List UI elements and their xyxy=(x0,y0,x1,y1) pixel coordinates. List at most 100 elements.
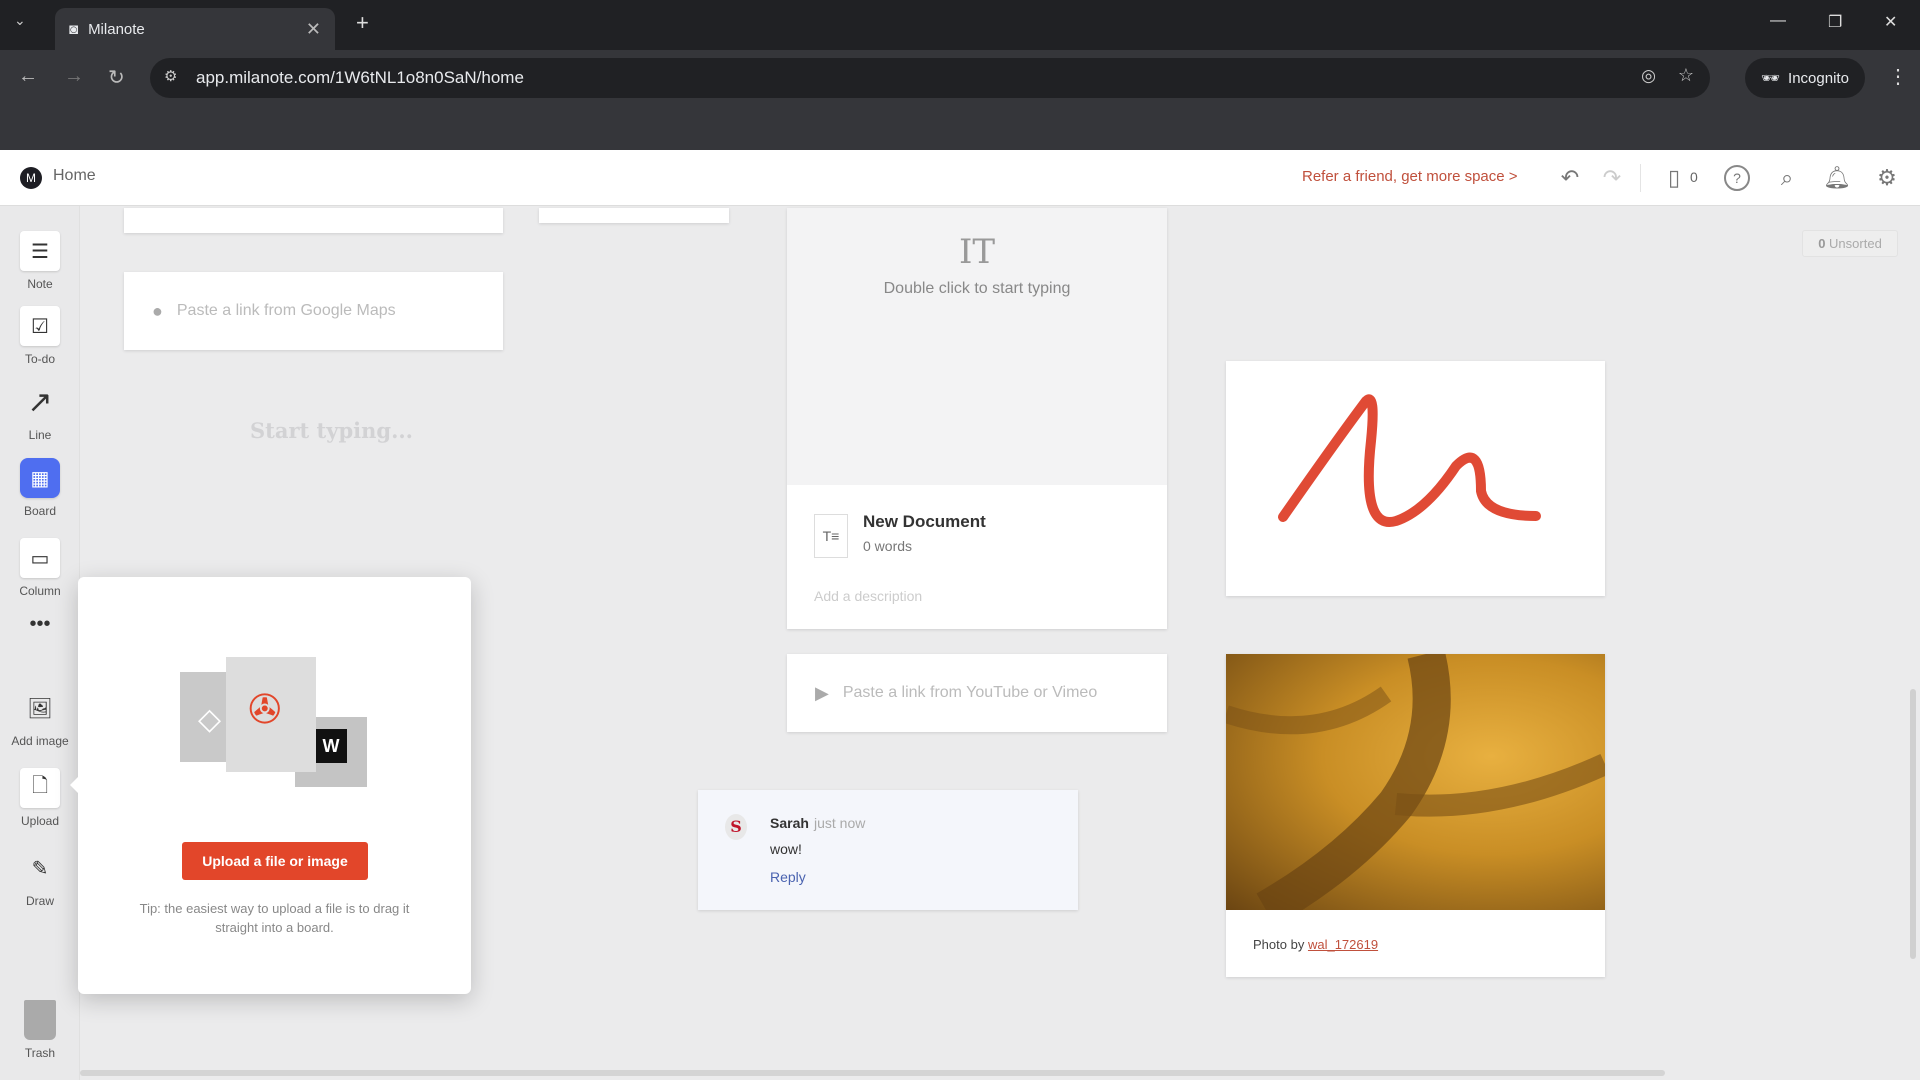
mobile-device-icon[interactable]: ▯ xyxy=(1660,164,1688,192)
note-icon: ☰ xyxy=(20,231,60,271)
tool-label: Add image xyxy=(11,734,69,748)
play-icon: ▶ xyxy=(815,682,829,703)
document-card[interactable]: IT Double click to start typing T≡ New D… xyxy=(787,208,1167,629)
upload-popup: ◇ W ✇ Upload a file or image Tip: the ea… xyxy=(70,577,471,994)
incognito-label: Incognito xyxy=(1788,69,1849,87)
photo-image xyxy=(1223,649,1610,927)
map-pin-icon: ● xyxy=(152,300,163,321)
url-text: app.milanote.com/1W6tNL1o8n0SaN/home xyxy=(196,68,524,87)
image-icon: 🖼︎ xyxy=(27,697,53,720)
document-title: New Document xyxy=(863,512,986,531)
refer-friend-link[interactable]: Refer a friend, get more space > xyxy=(1302,168,1518,185)
document-word-count: 0 words xyxy=(863,538,913,554)
tool-label: Trash xyxy=(24,1046,56,1060)
video-card[interactable]: ▶ Paste a link from YouTube or Vimeo xyxy=(787,654,1167,732)
browser-menu-icon[interactable]: ⋮ xyxy=(1888,64,1908,89)
forward-icon[interactable]: → xyxy=(64,65,84,88)
double-click-hint: Double click to start typing xyxy=(883,280,1071,297)
device-count: 0 xyxy=(1690,169,1698,185)
tool-line[interactable]: ↗ Line xyxy=(0,382,80,443)
more-dots-icon: ••• xyxy=(29,612,51,635)
new-tab-icon[interactable]: + xyxy=(356,10,369,36)
browser-toolbar: ← → ↻ ⚙ app.milanote.com/1W6tNL1o8n0SaN/… xyxy=(0,50,1920,150)
horizontal-scrollbar[interactable] xyxy=(80,1070,1665,1076)
tool-label: Note xyxy=(27,277,53,291)
tool-todo[interactable]: ☑ To-do xyxy=(0,306,80,366)
tool-label: Board xyxy=(23,504,57,518)
maps-link-input[interactable]: Paste a link from Google Maps xyxy=(177,302,396,320)
milanote-favicon-icon: ◙ xyxy=(69,20,79,38)
tool-label: To-do xyxy=(24,352,56,366)
photo-card[interactable]: Photo by wal_172619 xyxy=(1223,649,1610,977)
upload-tip: Tip: the easiest way to upload a file is… xyxy=(139,901,410,935)
tool-sidebar: ☰ Note ☑ To-do ↗ Line ▦ Board ▭ Column ••• 🖼︎… xyxy=(0,206,80,1080)
column-icon: ▭ xyxy=(20,538,60,578)
board-icon: ▦ xyxy=(20,458,60,498)
restore-icon[interactable]: ❐ xyxy=(1828,12,1842,32)
photo-author-link[interactable]: wal_172619 xyxy=(1308,937,1378,952)
card-partial[interactable] xyxy=(539,208,729,223)
browser-tab-bar: ⌄ ◙ Milanote ✕ + — ❐ ✕ xyxy=(0,0,1920,50)
eye-off-icon[interactable]: ◎ xyxy=(1641,66,1656,86)
incognito-icon: 🕶 xyxy=(1761,70,1781,87)
tab-list-icon[interactable]: ⌄ xyxy=(14,12,26,29)
incognito-indicator[interactable]: 🕶 Incognito xyxy=(1745,58,1865,98)
comment-card[interactable]: S Sarah just now wow! Reply xyxy=(698,790,1078,910)
more-tools-button[interactable]: ••• xyxy=(0,612,80,640)
google-maps-card[interactable]: ● Paste a link from Google Maps xyxy=(124,272,503,350)
tab-title: Milanote xyxy=(88,20,145,38)
pdf-file-icon: ✇ xyxy=(226,657,316,772)
close-tab-icon[interactable]: ✕ xyxy=(306,19,321,40)
tool-label: Upload xyxy=(20,814,60,828)
browser-tab[interactable]: ◙ Milanote ✕ xyxy=(55,8,335,50)
description-input[interactable]: Add a description xyxy=(814,588,922,604)
tool-column[interactable]: ▭ Column xyxy=(0,538,80,598)
milanote-logo-icon[interactable]: M xyxy=(20,167,42,189)
bookmark-star-icon[interactable]: ☆ xyxy=(1678,65,1694,86)
help-icon[interactable]: ? xyxy=(1724,165,1750,191)
reload-icon[interactable]: ↻ xyxy=(108,65,125,90)
tool-add-image[interactable]: 🖼︎ Add image xyxy=(0,688,80,749)
upload-file-button[interactable]: Upload a file or image xyxy=(182,842,368,880)
tool-label: Column xyxy=(19,584,61,598)
breadcrumb-home[interactable]: Home xyxy=(53,167,96,185)
tool-note[interactable]: ☰ Note xyxy=(0,231,80,291)
tool-upload[interactable]: 🗋 Upload xyxy=(0,768,80,828)
back-icon[interactable]: ← xyxy=(18,65,38,88)
popup-pointer xyxy=(70,777,78,793)
tool-draw[interactable]: ✎ Draw xyxy=(0,848,80,909)
photo-credit-label: Photo by xyxy=(1253,937,1305,952)
comment-time: just now xyxy=(814,815,866,831)
card-partial[interactable] xyxy=(124,208,503,233)
document-icon: T≡ xyxy=(814,514,848,558)
app-header: M Home Refer a friend, get more space > … xyxy=(0,150,1920,206)
gear-icon[interactable]: ⚙ xyxy=(1873,164,1901,192)
avatar: S xyxy=(725,814,747,840)
unsorted-label: Unsorted xyxy=(1829,236,1882,251)
file-icon: 🗋 xyxy=(20,768,60,808)
video-link-input[interactable]: Paste a link from YouTube or Vimeo xyxy=(843,684,1097,702)
address-bar[interactable]: ⚙ app.milanote.com/1W6tNL1o8n0SaN/home ◎… xyxy=(150,58,1710,98)
drawing-card[interactable] xyxy=(1226,361,1605,596)
search-icon[interactable]: ⌕ xyxy=(1773,164,1801,192)
redo-icon[interactable]: ↷ xyxy=(1598,164,1626,192)
trash-icon xyxy=(24,1000,56,1040)
comment-author: Sarah xyxy=(770,815,809,831)
unsorted-count: 0 xyxy=(1818,236,1826,251)
bell-icon[interactable]: 🔔︎ xyxy=(1823,164,1851,192)
reply-link[interactable]: Reply xyxy=(770,869,806,885)
close-window-icon[interactable]: ✕ xyxy=(1884,12,1897,32)
start-typing-text[interactable]: Start typing... xyxy=(250,418,413,443)
arrow-line-icon: ↗ xyxy=(27,385,53,419)
vertical-scrollbar[interactable] xyxy=(1910,689,1916,959)
undo-icon[interactable]: ↶ xyxy=(1556,164,1584,192)
tool-label: Draw xyxy=(25,894,54,908)
text-cursor-icon: IT xyxy=(958,232,996,272)
unsorted-button[interactable]: 0 Unsorted xyxy=(1802,230,1898,257)
tool-label: Line xyxy=(28,428,52,442)
site-settings-icon[interactable]: ⚙ xyxy=(164,67,177,85)
comment-text: wow! xyxy=(770,841,802,857)
tool-board[interactable]: ▦ Board xyxy=(0,458,80,518)
trash[interactable]: Trash xyxy=(0,1000,80,1060)
minimize-icon[interactable]: — xyxy=(1770,12,1786,30)
